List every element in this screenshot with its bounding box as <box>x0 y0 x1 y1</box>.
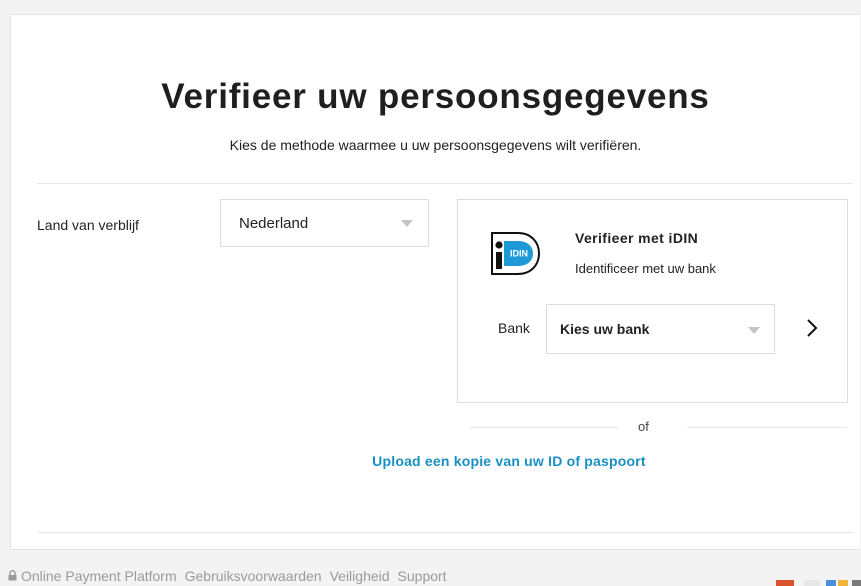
divider <box>37 183 852 184</box>
idin-description: Identificeer met uw bank <box>575 261 716 276</box>
footer-link-terms[interactable]: Gebruiksvoorwaarden <box>185 568 322 584</box>
upload-id-link-label[interactable]: Upload een kopie van uw ID of paspoort <box>372 453 646 469</box>
idin-title: Verifieer met iDIN <box>575 230 699 246</box>
bank-select[interactable]: Kies uw bank <box>546 304 775 354</box>
footer-link-support[interactable]: Support <box>398 568 447 584</box>
chevron-right-icon[interactable] <box>805 315 819 341</box>
payment-method-logo <box>804 580 820 586</box>
caret-down-icon <box>401 220 413 227</box>
page-subtitle: Kies de methode waarmee u uw persoonsgeg… <box>229 137 642 153</box>
verification-card: Verifieer uw persoonsgegevens Kies de me… <box>10 14 860 550</box>
idin-panel: IDIN Verifieer met iDIN Identificeer met… <box>457 199 848 403</box>
payment-method-logo <box>838 580 848 586</box>
payment-method-logo <box>852 580 861 586</box>
divider <box>37 532 852 533</box>
or-divider-left <box>469 427 619 428</box>
footer: Online Payment Platform Gebruiksvoorwaard… <box>8 568 455 584</box>
payment-method-logo <box>826 580 836 586</box>
lock-icon <box>8 570 17 581</box>
country-selected-value: Nederland <box>239 215 309 232</box>
payment-logos <box>776 578 861 586</box>
payment-method-logo <box>776 580 794 586</box>
bank-selected-value: Kies uw bank <box>560 321 650 337</box>
or-text: of <box>638 419 649 434</box>
caret-down-icon <box>748 327 760 334</box>
or-divider-right <box>687 427 847 428</box>
upload-id-link[interactable]: Upload een kopie van uw ID of paspoort <box>11 453 861 469</box>
country-label: Land van verblijf <box>37 217 139 233</box>
idin-logo-icon: IDIN <box>491 232 540 275</box>
footer-link-security[interactable]: Veiligheid <box>330 568 390 584</box>
country-select[interactable]: Nederland <box>220 199 429 247</box>
bank-label: Bank <box>498 320 530 336</box>
page-title: Verifieer uw persoonsgegevens <box>161 77 710 116</box>
footer-brand: Online Payment Platform <box>21 568 177 584</box>
idin-logo-text: IDIN <box>510 249 528 259</box>
